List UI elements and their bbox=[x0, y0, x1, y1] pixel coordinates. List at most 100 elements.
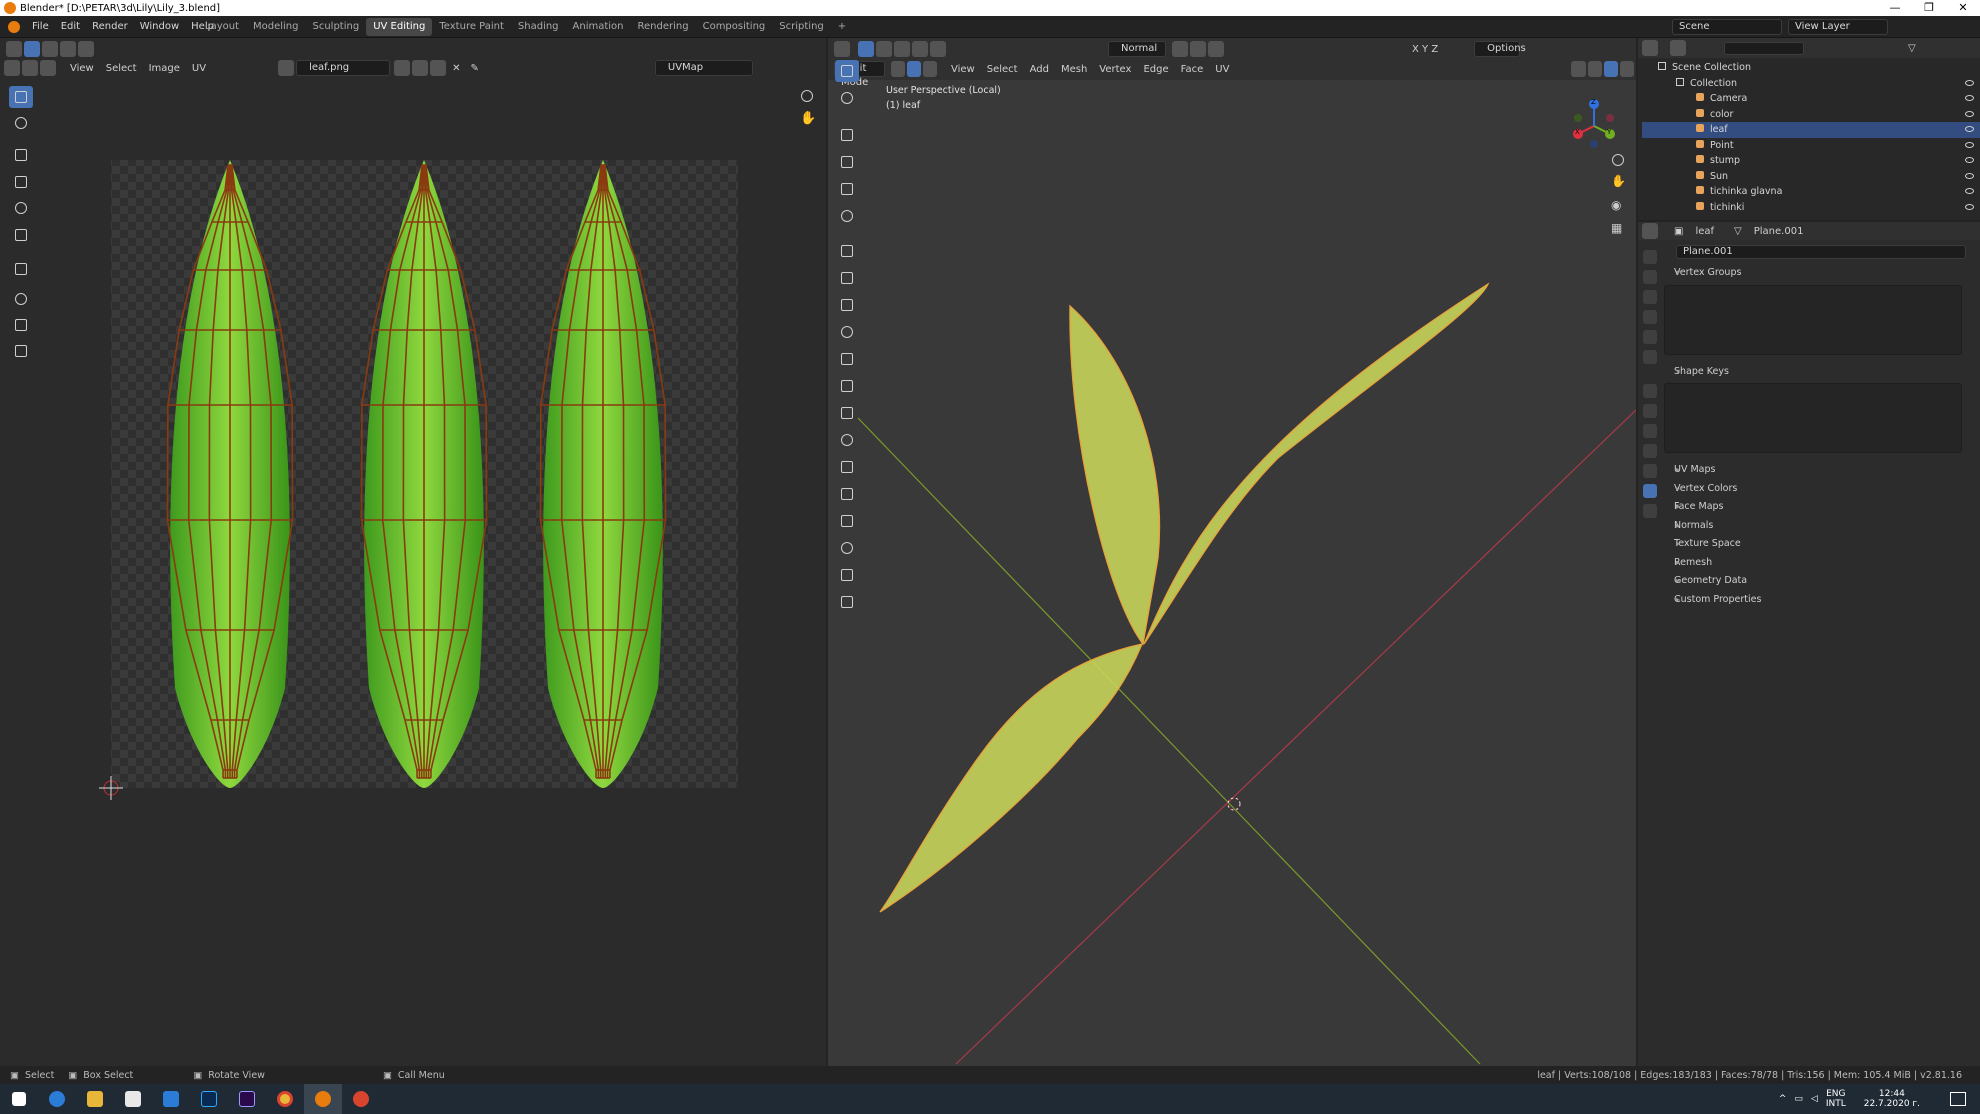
blender-taskbar-icon[interactable] bbox=[304, 1084, 342, 1114]
tab-compositing[interactable]: Compositing bbox=[696, 18, 773, 36]
object-icon bbox=[1696, 201, 1704, 210]
tray-chevron-icon[interactable]: ^ bbox=[1779, 1094, 1787, 1104]
region[interactable]: INTL bbox=[1826, 1099, 1846, 1109]
blender-menu-icon[interactable] bbox=[8, 20, 20, 33]
section-texture-space[interactable]: Texture Space bbox=[1660, 535, 1980, 554]
collection-icon bbox=[1676, 77, 1684, 86]
visibility-eye-icon[interactable] bbox=[1965, 95, 1974, 101]
outliner-item-Sun[interactable]: Sun bbox=[1642, 169, 1980, 185]
tab-modeling[interactable]: Modeling bbox=[246, 18, 306, 36]
chat-icon[interactable] bbox=[342, 1084, 380, 1114]
properties-object-tab-icon[interactable] bbox=[1643, 384, 1657, 398]
section-geometry-data[interactable]: Geometry Data bbox=[1660, 572, 1980, 591]
section-face-maps[interactable]: Face Maps bbox=[1660, 498, 1980, 517]
visibility-eye-icon[interactable] bbox=[1965, 141, 1974, 148]
photoshop-icon[interactable] bbox=[190, 1084, 228, 1114]
properties-type-icon[interactable] bbox=[1642, 223, 1658, 239]
section-remesh[interactable]: Remesh bbox=[1660, 554, 1980, 573]
outliner-scene-collection[interactable]: Scene Collection bbox=[1642, 60, 1980, 76]
outliner-item-Camera[interactable]: Camera bbox=[1642, 91, 1980, 107]
language[interactable]: ENG bbox=[1826, 1089, 1846, 1099]
leaf-mesh-3[interactable] bbox=[879, 643, 1144, 913]
properties-world-tab-icon[interactable] bbox=[1643, 350, 1657, 364]
add-workspace-button[interactable]: + bbox=[831, 18, 853, 36]
tab-layout[interactable]: Layout bbox=[198, 18, 246, 36]
properties-constraints-tab-icon[interactable] bbox=[1643, 464, 1657, 478]
properties-physics-tab-icon[interactable] bbox=[1643, 444, 1657, 458]
outliner-item-color[interactable]: color bbox=[1642, 107, 1980, 123]
visibility-eye-icon[interactable] bbox=[1965, 203, 1974, 210]
visibility-eye-icon[interactable] bbox=[1965, 126, 1974, 132]
mail-icon[interactable] bbox=[152, 1084, 190, 1114]
section-vertex-colors[interactable]: Vertex Colors bbox=[1660, 480, 1980, 499]
menu-render[interactable]: Render bbox=[86, 21, 134, 32]
section-custom-properties[interactable]: Custom Properties bbox=[1660, 591, 1980, 610]
properties-scene-tab-icon[interactable] bbox=[1643, 330, 1657, 344]
viewport-canvas[interactable] bbox=[828, 38, 1636, 1066]
visibility-eye-icon[interactable] bbox=[1965, 110, 1974, 117]
outliner-type-icon[interactable] bbox=[1642, 40, 1658, 56]
top-bar: File Edit Render Window Help Layout Modeling S… bbox=[0, 16, 1980, 38]
properties-data-tab-icon[interactable] bbox=[1643, 484, 1657, 498]
menu-window[interactable]: Window bbox=[134, 21, 185, 32]
after-effects-icon[interactable] bbox=[228, 1084, 266, 1114]
outliner-item-Point[interactable]: Point bbox=[1642, 138, 1980, 154]
tray-network-icon[interactable]: ▭ bbox=[1794, 1094, 1803, 1104]
tab-rendering[interactable]: Rendering bbox=[631, 18, 696, 36]
store-icon[interactable] bbox=[114, 1084, 152, 1114]
visibility-eye-icon[interactable] bbox=[1965, 157, 1974, 163]
menu-file[interactable]: File bbox=[26, 21, 55, 32]
properties-render-tab-icon[interactable] bbox=[1643, 270, 1657, 284]
view-layer-selector[interactable]: View Layer bbox=[1788, 19, 1888, 35]
tab-animation[interactable]: Animation bbox=[566, 18, 631, 36]
section-normals[interactable]: Normals bbox=[1660, 517, 1980, 536]
tray-volume-icon[interactable]: ◁ bbox=[1811, 1094, 1818, 1104]
clock-date[interactable]: 22.7.2020 г. bbox=[1864, 1099, 1920, 1109]
properties-output-tab-icon[interactable] bbox=[1643, 290, 1657, 304]
maximize-button[interactable]: ❐ bbox=[1912, 0, 1946, 16]
tab-texture-paint[interactable]: Texture Paint bbox=[432, 18, 511, 36]
display-mode-icon[interactable] bbox=[1670, 40, 1686, 56]
menu-edit[interactable]: Edit bbox=[55, 21, 86, 32]
section-vertex-groups[interactable]: Vertex Groups bbox=[1660, 264, 1980, 283]
shape-keys-list[interactable] bbox=[1664, 383, 1962, 453]
outliner-item-tichinka-glavna[interactable]: tichinka glavna bbox=[1642, 184, 1980, 200]
outliner-item-leaf[interactable]: leaf bbox=[1642, 122, 1980, 138]
leaf-mesh-2[interactable] bbox=[1143, 282, 1490, 645]
tab-shading[interactable]: Shading bbox=[511, 18, 566, 36]
section-shape-keys[interactable]: Shape Keys bbox=[1660, 363, 1980, 382]
tab-uv-editing[interactable]: UV Editing bbox=[366, 18, 433, 36]
tab-scripting[interactable]: Scripting bbox=[772, 18, 830, 36]
outliner-item-tichinki[interactable]: tichinki bbox=[1642, 200, 1980, 216]
mesh-datablock-field[interactable]: Plane.001 bbox=[1676, 245, 1966, 259]
uv-editor[interactable]: View Select Image UV leaf.png ✕ ✎ UVMap ✋ bbox=[0, 38, 826, 1066]
properties-particles-tab-icon[interactable] bbox=[1643, 424, 1657, 438]
tab-sculpting[interactable]: Sculpting bbox=[306, 18, 367, 36]
close-button[interactable]: ✕ bbox=[1946, 0, 1980, 16]
3d-viewport[interactable]: Normal X Y Z Options Edit Mode ViewSelec… bbox=[828, 38, 1636, 1066]
visibility-eye-icon[interactable] bbox=[1965, 188, 1974, 194]
vertex-groups-list[interactable] bbox=[1664, 284, 1962, 355]
edge-icon[interactable] bbox=[38, 1084, 76, 1114]
uv-canvas[interactable] bbox=[0, 38, 826, 1066]
minimize-button[interactable]: — bbox=[1878, 0, 1912, 16]
notifications-icon[interactable] bbox=[1950, 1092, 1966, 1106]
properties-tool-tab-icon[interactable] bbox=[1643, 250, 1657, 264]
leaf-mesh-1[interactable] bbox=[1069, 304, 1161, 646]
clock-time[interactable]: 12:44 bbox=[1864, 1089, 1920, 1099]
properties-material-tab-icon[interactable] bbox=[1643, 504, 1657, 518]
start-button[interactable] bbox=[0, 1084, 38, 1114]
outliner-item-stump[interactable]: stump bbox=[1642, 153, 1980, 169]
properties-modifier-tab-icon[interactable] bbox=[1643, 404, 1657, 418]
section-uv-maps[interactable]: UV Maps bbox=[1660, 461, 1980, 480]
outliner-search[interactable] bbox=[1724, 41, 1804, 55]
filter-icon[interactable]: ▽ bbox=[1902, 43, 1922, 54]
blender-logo-icon bbox=[4, 2, 16, 14]
chrome-icon[interactable] bbox=[266, 1084, 304, 1114]
outliner-collection[interactable]: Collection bbox=[1642, 76, 1980, 92]
properties-view-layer-tab-icon[interactable] bbox=[1643, 310, 1657, 324]
visibility-eye-icon[interactable] bbox=[1965, 172, 1974, 179]
visibility-eye-icon[interactable] bbox=[1965, 79, 1974, 86]
file-explorer-icon[interactable] bbox=[76, 1084, 114, 1114]
scene-selector[interactable]: Scene bbox=[1672, 19, 1782, 35]
